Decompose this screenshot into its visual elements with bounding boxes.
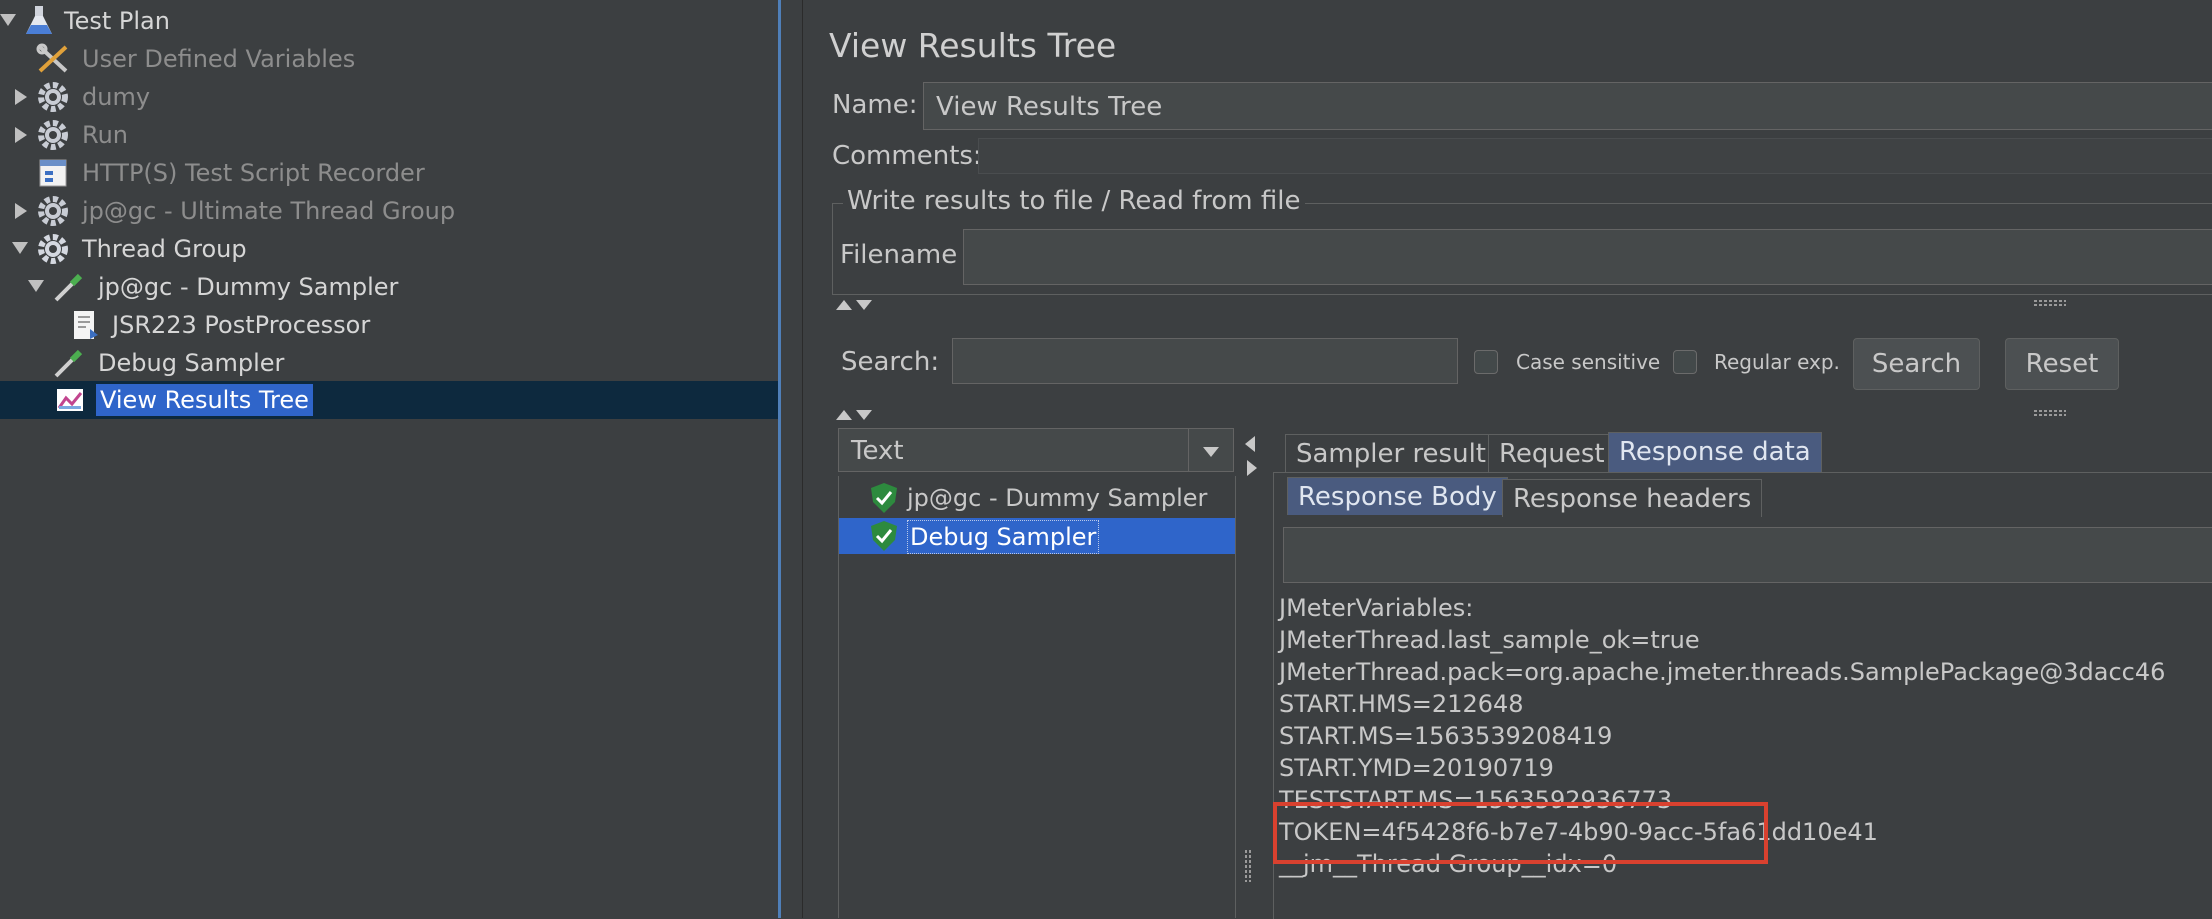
- filename-field[interactable]: [963, 229, 2212, 285]
- flask-icon: [22, 5, 56, 37]
- gear-icon: [36, 81, 70, 113]
- response-line: JMeterThread.pack=org.apache.jmeter.thre…: [1279, 658, 2166, 686]
- response-search-field[interactable]: [1283, 527, 2212, 583]
- tree-item-thread-group[interactable]: Thread Group: [0, 230, 778, 268]
- tree-item-label: Run: [82, 121, 129, 149]
- tree-item-label: User Defined Variables: [82, 45, 356, 73]
- tree-item-user-defined-variables[interactable]: User Defined Variables: [0, 40, 778, 78]
- name-label: Name:: [832, 90, 918, 120]
- name-field-value: View Results Tree: [936, 92, 1163, 122]
- tree-item-label: dumy: [82, 83, 151, 111]
- success-shield-icon: [871, 521, 897, 551]
- list-item[interactable]: Debug Sampler: [839, 518, 1235, 554]
- sample-label: jp@gc - Dummy Sampler: [907, 484, 1208, 512]
- tree-item-label: View Results Tree: [96, 384, 313, 416]
- tree-item-run[interactable]: Run: [0, 116, 778, 154]
- chevron-down-icon: [1203, 447, 1219, 457]
- tree-item-test-plan[interactable]: Test Plan: [0, 2, 778, 40]
- drag-handle-icon[interactable]: [2032, 404, 2072, 424]
- search-input[interactable]: [952, 338, 1458, 384]
- tree-item-label: Thread Group: [82, 235, 247, 263]
- success-shield-icon: [871, 483, 897, 513]
- tree-item-dumy[interactable]: dumy: [0, 78, 778, 116]
- collapse-arrows-icon[interactable]: [832, 294, 892, 314]
- response-line: START.MS=1563539208419: [1279, 722, 1613, 750]
- expand-arrow-icon[interactable]: [15, 89, 27, 105]
- gear-icon: [36, 233, 70, 265]
- regular-exp-checkbox[interactable]: [1673, 350, 1697, 374]
- chart-icon: [54, 384, 88, 416]
- collapse-arrows-icon[interactable]: [1241, 432, 1261, 482]
- name-field[interactable]: View Results Tree: [923, 82, 2212, 130]
- tree-item-label: HTTP(S) Test Script Recorder: [82, 159, 425, 187]
- response-line: START.YMD=20190719: [1279, 754, 1554, 782]
- tree-item-label: JSR223 PostProcessor: [112, 311, 371, 339]
- expand-arrow-icon[interactable]: [15, 203, 27, 219]
- sample-label: Debug Sampler: [907, 520, 1100, 554]
- tab-sampler-result[interactable]: Sampler result: [1285, 434, 1497, 472]
- case-sensitive-label: Case sensitive: [1516, 350, 1661, 374]
- view-results-tree-panel: View Results Tree Name: View Results Tre…: [825, 0, 2212, 919]
- expand-arrow-icon[interactable]: [12, 242, 28, 254]
- vertical-split-bar[interactable]: [1237, 428, 1261, 918]
- split-bar[interactable]: [832, 294, 2212, 314]
- script-icon: [68, 309, 102, 341]
- search-button[interactable]: Search: [1853, 338, 1980, 390]
- renderer-select-value: Text: [851, 436, 904, 466]
- tree-item-label: jp@gc - Dummy Sampler: [98, 273, 399, 301]
- tab-response-headers[interactable]: Response headers: [1502, 479, 1763, 517]
- gear-icon: [36, 195, 70, 227]
- expand-arrow-icon[interactable]: [28, 280, 44, 292]
- search-label: Search:: [841, 347, 940, 377]
- list-item[interactable]: jp@gc - Dummy Sampler: [839, 480, 1235, 516]
- tab-response-data[interactable]: Response data: [1608, 432, 1822, 472]
- token-highlight-box: [1273, 802, 1768, 864]
- file-group-title: Write results to file / Read from file: [843, 186, 1305, 216]
- tree-item-view-results-tree[interactable]: View Results Tree: [0, 381, 778, 419]
- renderer-select[interactable]: Text: [838, 428, 1234, 472]
- page-title: View Results Tree: [829, 26, 1117, 65]
- tab-response-body[interactable]: Response Body: [1287, 477, 1508, 515]
- case-sensitive-checkbox[interactable]: [1474, 350, 1498, 374]
- tree-item-jsr223-postprocessor[interactable]: JSR223 PostProcessor: [0, 306, 778, 344]
- response-line: JMeterVariables:: [1279, 594, 1474, 622]
- expand-arrow-icon[interactable]: [15, 127, 27, 143]
- tools-icon: [36, 43, 70, 75]
- expand-arrow-icon[interactable]: [0, 14, 16, 26]
- drag-handle-icon[interactable]: [2032, 294, 2072, 314]
- tree-item-dummy-sampler[interactable]: jp@gc - Dummy Sampler: [0, 268, 778, 306]
- drag-handle-icon[interactable]: [1243, 848, 1253, 884]
- splitter-gap: [781, 0, 804, 918]
- comments-field[interactable]: [978, 138, 2212, 174]
- pipette-icon: [52, 347, 86, 379]
- collapse-arrows-icon[interactable]: [832, 404, 892, 424]
- gear-icon: [36, 119, 70, 151]
- tree-item-http-recorder[interactable]: HTTP(S) Test Script Recorder: [0, 154, 778, 192]
- filename-label: Filename: [840, 240, 958, 270]
- response-line: JMeterThread.last_sample_ok=true: [1279, 626, 1700, 654]
- comments-label: Comments:: [832, 141, 982, 171]
- recorder-icon: [36, 157, 70, 189]
- separator-line: [802, 0, 803, 918]
- tree-item-debug-sampler[interactable]: Debug Sampler: [0, 344, 778, 382]
- response-body-text[interactable]: JMeterVariables: JMeterThread.last_sampl…: [1277, 588, 2212, 918]
- tree-item-label: Test Plan: [64, 7, 170, 35]
- sample-list[interactable]: jp@gc - Dummy Sampler Debug Sampler: [838, 476, 1236, 918]
- select-divider: [1188, 429, 1189, 471]
- tree-item-label: Debug Sampler: [98, 349, 285, 377]
- tree-item-ultimate-thread-group[interactable]: jp@gc - Ultimate Thread Group: [0, 192, 778, 230]
- regular-exp-label: Regular exp.: [1714, 350, 1840, 374]
- reset-button[interactable]: Reset: [2005, 338, 2119, 390]
- split-bar[interactable]: [832, 404, 2212, 424]
- pipette-icon: [52, 271, 86, 303]
- tab-request[interactable]: Request: [1488, 434, 1616, 472]
- response-line: START.HMS=212648: [1279, 690, 1524, 718]
- test-plan-tree[interactable]: Test Plan User Defined Variables dumy Ru…: [0, 0, 778, 918]
- tree-item-label: jp@gc - Ultimate Thread Group: [82, 197, 456, 225]
